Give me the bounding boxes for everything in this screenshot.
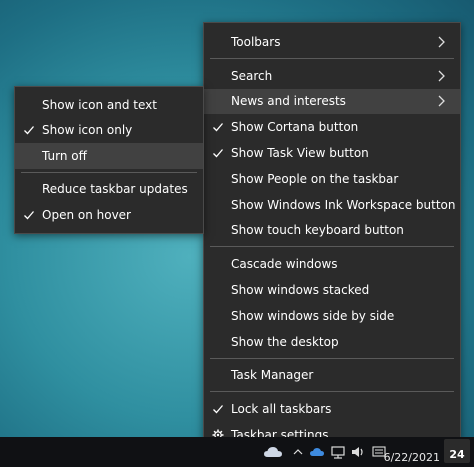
menu-item-label: Show windows side by side bbox=[231, 308, 395, 323]
menu-item-label: Show touch keyboard button bbox=[231, 223, 404, 238]
weather-cloud-icon[interactable] bbox=[262, 443, 284, 461]
menu-item-task-manager[interactable]: Task Manager bbox=[204, 363, 460, 389]
menu-item-label: Show Cortana button bbox=[231, 120, 359, 135]
menu-item-news-and-interests[interactable]: News and interests bbox=[204, 88, 460, 115]
checkmark-icon bbox=[213, 149, 223, 158]
menu-item-lock-all-taskbars[interactable]: Lock all taskbars bbox=[204, 396, 460, 422]
menu-item-label: Show windows stacked bbox=[231, 283, 370, 298]
menu-item-show-task-view-button[interactable]: Show Task View button bbox=[204, 140, 460, 166]
network-icon[interactable] bbox=[330, 443, 346, 461]
taskbar[interactable]: 6/22/2021 24 bbox=[0, 437, 474, 467]
menu-item-label: Task Manager bbox=[231, 368, 314, 383]
notification-count: 24 bbox=[449, 448, 465, 461]
checkmark-icon bbox=[24, 126, 34, 135]
menu-item-show-windows-side-by-side[interactable]: Show windows side by side bbox=[204, 303, 460, 329]
menu-item-label: Show icon only bbox=[42, 123, 133, 138]
menu-separator bbox=[210, 57, 454, 59]
menu-item-label: Show Windows Ink Workspace button bbox=[231, 197, 456, 212]
menu-separator bbox=[210, 246, 454, 248]
menu-item-search[interactable]: Search bbox=[204, 63, 460, 89]
menu-item-label: News and interests bbox=[231, 94, 346, 109]
menu-item-label: Show the desktop bbox=[231, 334, 339, 349]
chevron-right-icon bbox=[438, 96, 445, 107]
menu-item-label: Open on hover bbox=[42, 207, 131, 222]
menu-item-show-windows-stacked[interactable]: Show windows stacked bbox=[204, 277, 460, 303]
news-and-interests-submenu: Show icon and text Show icon only Turn o… bbox=[14, 86, 204, 234]
notification-center-badge[interactable]: 24 bbox=[444, 439, 470, 463]
chevron-right-icon bbox=[438, 70, 445, 82]
checkmark-icon bbox=[24, 210, 34, 220]
menu-item-label: Show People on the taskbar bbox=[231, 171, 399, 186]
taskbar-date[interactable]: 6/22/2021 bbox=[384, 451, 440, 464]
menu-item-label: Search bbox=[231, 68, 273, 83]
chevron-up-icon[interactable] bbox=[292, 443, 304, 461]
menu-item-label: Lock all taskbars bbox=[231, 402, 332, 417]
chevron-right-icon bbox=[438, 36, 445, 48]
menu-item-label: Reduce taskbar updates bbox=[42, 182, 188, 197]
checkmark-icon bbox=[213, 123, 223, 132]
submenu-item-show-icon-and-text[interactable]: Show icon and text bbox=[15, 92, 203, 118]
menu-item-label: Turn off bbox=[42, 148, 87, 163]
menu-item-label: Show icon and text bbox=[42, 97, 157, 112]
menu-item-cascade-windows[interactable]: Cascade windows bbox=[204, 251, 460, 277]
submenu-item-show-icon-only[interactable]: Show icon only bbox=[15, 118, 203, 144]
submenu-item-open-on-hover[interactable]: Open on hover bbox=[15, 202, 203, 228]
submenu-item-reduce-taskbar-updates[interactable]: Reduce taskbar updates bbox=[15, 177, 203, 203]
checkmark-icon bbox=[213, 405, 223, 414]
menu-item-show-the-desktop[interactable]: Show the desktop bbox=[204, 329, 460, 355]
submenu-item-turn-off[interactable]: Turn off bbox=[15, 143, 203, 169]
menu-item-show-touch-keyboard[interactable]: Show touch keyboard button bbox=[204, 218, 460, 244]
menu-separator bbox=[21, 171, 197, 173]
taskbar-context-menu: Toolbars Search News and interests Show … bbox=[203, 22, 461, 443]
menu-item-show-ink-workspace[interactable]: Show Windows Ink Workspace button bbox=[204, 192, 460, 218]
menu-item-label: Toolbars bbox=[231, 34, 281, 49]
menu-item-label: Cascade windows bbox=[231, 257, 338, 272]
menu-separator bbox=[210, 357, 454, 359]
menu-item-toolbars[interactable]: Toolbars bbox=[204, 29, 460, 55]
volume-icon[interactable] bbox=[350, 443, 366, 461]
menu-item-show-cortana-button[interactable]: Show Cortana button bbox=[204, 114, 460, 140]
cloud-sync-icon[interactable] bbox=[309, 443, 325, 461]
menu-item-label: Show Task View button bbox=[231, 146, 369, 161]
menu-item-show-people[interactable]: Show People on the taskbar bbox=[204, 166, 460, 192]
menu-separator bbox=[210, 391, 454, 393]
